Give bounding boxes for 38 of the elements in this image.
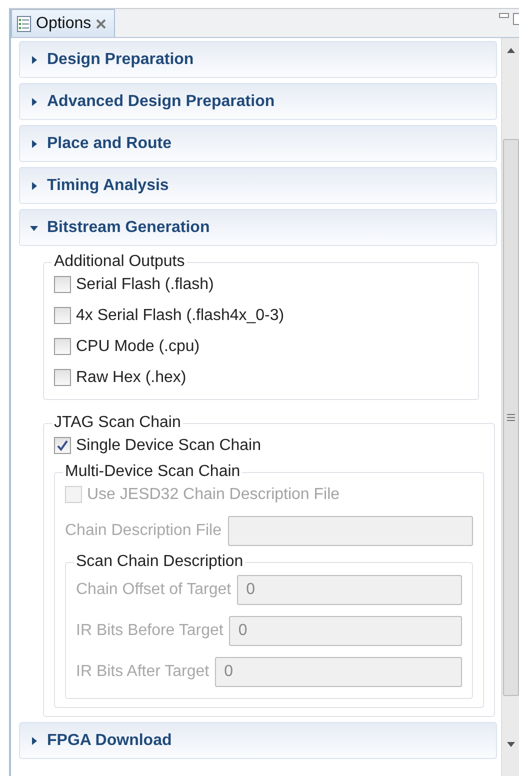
checkbox-label[interactable]: Raw Hex (.hex)	[76, 368, 186, 386]
caret-right-icon	[30, 140, 38, 148]
caret-down-icon	[30, 224, 38, 232]
grip-icon	[506, 414, 514, 421]
group-title: Multi-Device Scan Chain	[64, 463, 242, 481]
field-label: IR Bits After Target	[76, 662, 210, 680]
scroll-up-icon[interactable]	[506, 48, 514, 53]
checkbox-label[interactable]: Serial Flash (.flash)	[76, 276, 214, 294]
section-header[interactable]: Advanced Design Preparation	[19, 83, 497, 120]
checkbox[interactable]	[54, 338, 71, 355]
options-tab[interactable]: Options	[11, 9, 116, 37]
caret-right-icon	[30, 736, 38, 744]
checkbox[interactable]	[54, 369, 71, 386]
close-icon[interactable]	[96, 18, 106, 28]
section-header[interactable]: Bitstream Generation	[19, 209, 497, 246]
section-header[interactable]: FPGA Download	[19, 722, 497, 759]
section-header[interactable]: Place and Route	[19, 125, 497, 162]
section-header[interactable]: Timing Analysis	[19, 167, 497, 204]
field-label: Chain Description File	[65, 522, 222, 540]
maximize-icon[interactable]	[513, 13, 519, 25]
field-label: IR Bits Before Target	[76, 622, 224, 640]
list-icon	[17, 16, 31, 32]
checkbox-label[interactable]: 4x Serial Flash (.flash4x_0-3)	[76, 306, 284, 324]
minimize-icon[interactable]	[499, 13, 509, 19]
field-label: Chain Offset of Target	[76, 580, 232, 598]
group-title: Scan Chain Description	[75, 553, 244, 571]
checkbox-label[interactable]: CPU Mode (.cpu)	[76, 338, 200, 356]
caret-right-icon	[30, 98, 38, 106]
caret-right-icon	[30, 182, 38, 190]
checkbox[interactable]	[54, 276, 71, 293]
scroll-down-icon[interactable]	[506, 742, 514, 747]
checkbox[interactable]	[54, 437, 71, 454]
checkbox[interactable]	[54, 307, 71, 324]
group-title: Additional Outputs	[53, 253, 186, 271]
group-title: JTAG Scan Chain	[53, 414, 182, 432]
checkbox-label[interactable]: Single Device Scan Chain	[76, 436, 261, 454]
caret-right-icon	[30, 56, 38, 64]
section-header[interactable]: Design Preparation	[19, 41, 497, 78]
